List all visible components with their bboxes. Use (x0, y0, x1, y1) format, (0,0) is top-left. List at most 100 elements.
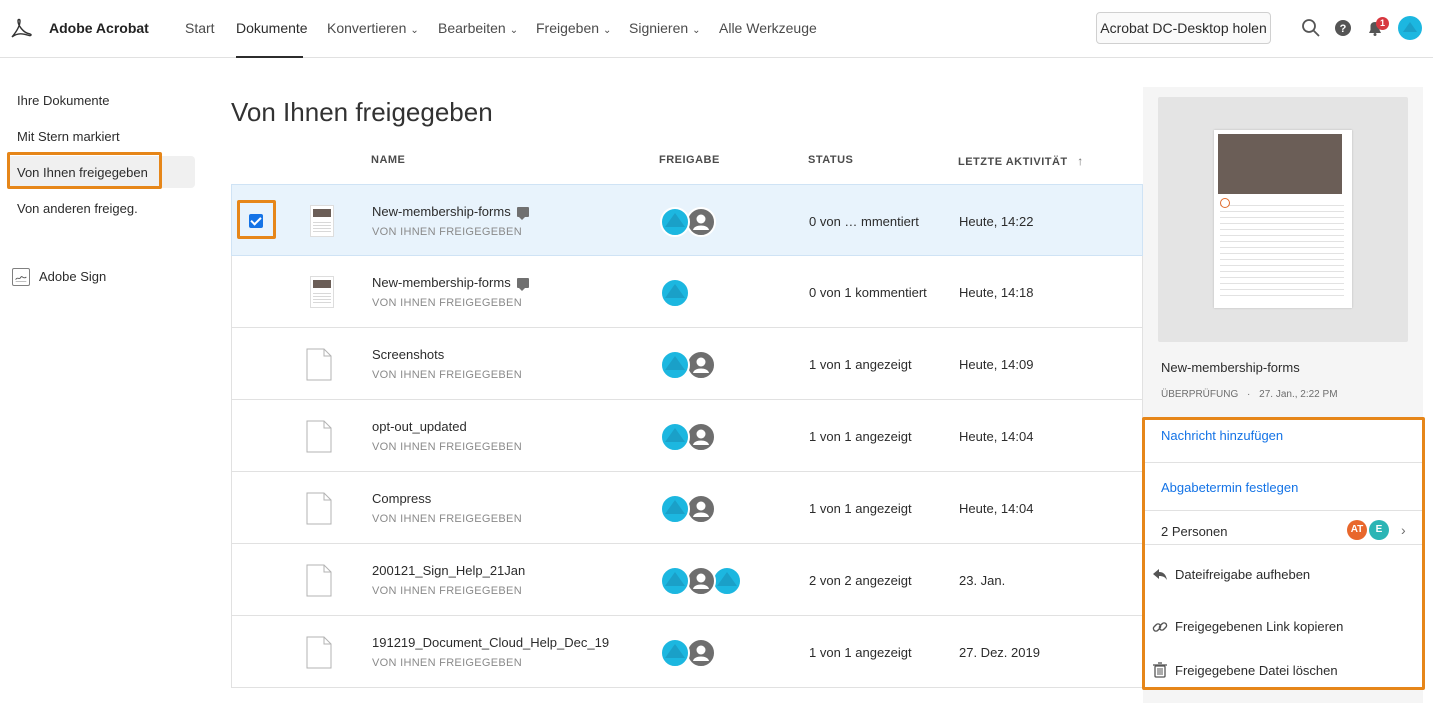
user-avatar (660, 350, 690, 380)
file-status: 0 von 1 kommentiert (809, 285, 927, 300)
nav-konvertieren-label: Konvertieren (327, 20, 407, 36)
nav-start[interactable]: Start (185, 20, 215, 36)
avatar-graphic-icon (1403, 22, 1417, 32)
details-meta-separator: · (1247, 389, 1251, 400)
avatar-graphic-icon (665, 572, 685, 586)
person-avatar-icon (686, 638, 716, 668)
person-silhouette-icon (693, 357, 709, 373)
column-header-activity[interactable]: LETZTE AKTIVITÄT ↑ (958, 154, 1084, 168)
person-silhouette-icon (693, 214, 709, 230)
sidebar-item-mit-stern[interactable]: Mit Stern markiert (17, 129, 120, 144)
file-icon (306, 492, 332, 525)
user-avatar (660, 638, 690, 668)
file-share-status: VON IHNEN FREIGEGEBEN (372, 657, 522, 669)
chevron-down-icon: ⌄ (410, 25, 419, 36)
file-name[interactable]: 191219_Document_Cloud_Help_Dec_19 (372, 635, 609, 650)
table-row[interactable]: opt-out_updated VON IHNEN FREIGEGEBEN 1 vo… (231, 400, 1143, 472)
column-header-name[interactable]: NAME (371, 154, 405, 166)
nav-freigeben[interactable]: Freigeben ⌄ (536, 20, 611, 36)
chevron-down-icon: ⌄ (692, 25, 701, 36)
file-name[interactable]: 200121_Sign_Help_21Jan (372, 563, 525, 578)
sort-ascending-icon: ↑ (1077, 154, 1084, 168)
nav-start-label: Start (185, 20, 215, 36)
table-row[interactable]: Compress VON IHNEN FREIGEGEBEN 1 von 1 ang… (231, 472, 1143, 544)
file-name[interactable]: New-membership-forms (372, 204, 529, 220)
nav-alle-werkzeuge[interactable]: Alle Werkzeuge (719, 20, 817, 36)
highlight-frame-checkbox (237, 200, 276, 239)
top-navigation-bar: Adobe Acrobat Start Dokumente Konvertier… (0, 0, 1433, 58)
file-status: 0 von … mmentiert (809, 214, 919, 229)
file-icon (306, 636, 332, 669)
table-row[interactable]: Screenshots VON IHNEN FREIGEGEBEN 1 von 1 … (231, 328, 1143, 400)
table-row[interactable]: 191219_Document_Cloud_Help_Dec_19 VON IHN… (231, 616, 1143, 688)
highlight-frame-actions (1142, 417, 1425, 690)
document-thumbnail (310, 276, 334, 308)
column-header-status[interactable]: STATUS (808, 154, 853, 166)
last-activity: Heute, 14:22 (959, 214, 1034, 229)
file-name[interactable]: Screenshots (372, 347, 444, 362)
column-header-sharing[interactable]: FREIGABE (659, 154, 720, 166)
acrobat-logo-icon[interactable] (9, 17, 33, 41)
comment-icon (516, 278, 529, 291)
file-name-text: 200121_Sign_Help_21Jan (372, 563, 526, 578)
avatar-graphic-icon (665, 284, 685, 298)
file-share-status: VON IHNEN FREIGEGEBEN (372, 585, 522, 597)
thumbnail-lines (313, 220, 331, 234)
user-avatar (660, 207, 690, 237)
preview-form-lines (1220, 200, 1344, 300)
file-name-text: Screenshots (372, 347, 445, 362)
avatar-graphic-icon (665, 500, 685, 514)
file-icon (306, 564, 332, 597)
thumbnail-lines (313, 291, 331, 305)
svg-text:?: ? (1340, 23, 1347, 35)
person-silhouette-icon (693, 501, 709, 517)
search-icon[interactable] (1300, 17, 1322, 39)
file-icon (306, 348, 332, 381)
avatar-graphic-icon (717, 572, 737, 586)
nav-konvertieren[interactable]: Konvertieren ⌄ (327, 20, 419, 36)
person-avatar-icon (686, 494, 716, 524)
page-title: Von Ihnen freigegeben (231, 97, 493, 127)
details-meta: ÜBERPRÜFUNG · 27. Jan., 2:22 PM (1161, 389, 1338, 400)
last-activity: Heute, 14:18 (959, 285, 1034, 300)
notification-badge: 1 (1376, 17, 1389, 30)
column-header-activity-label: LETZTE AKTIVITÄT (958, 156, 1068, 168)
person-avatar-icon (686, 207, 716, 237)
user-avatar (660, 566, 690, 596)
user-avatar[interactable] (1398, 16, 1422, 40)
nav-signieren-label: Signieren (629, 20, 689, 36)
sidebar-item-ihre-dokumente[interactable]: Ihre Dokumente (17, 93, 110, 108)
table-row[interactable]: New-membership-forms VON IHNEN FREIGEGEBE… (231, 256, 1143, 328)
user-avatar (660, 278, 690, 308)
table-row[interactable]: 200121_Sign_Help_21Jan VON IHNEN FREIGEGE… (231, 544, 1143, 616)
app-name[interactable]: Adobe Acrobat (49, 20, 149, 36)
avatar-graphic-icon (665, 356, 685, 370)
file-icon (306, 420, 332, 453)
last-activity: 27. Dez. 2019 (959, 645, 1040, 660)
highlight-frame-sidebar (7, 152, 162, 189)
nav-signieren[interactable]: Signieren ⌄ (629, 20, 701, 36)
table-row[interactable]: New-membership-forms VON IHNEN FREIGEGEBE… (231, 184, 1143, 256)
file-name-text: New-membership-forms (372, 204, 511, 219)
chevron-down-icon: ⌄ (603, 25, 612, 36)
file-name[interactable]: opt-out_updated (372, 419, 467, 434)
nav-bearbeiten[interactable]: Bearbeiten ⌄ (438, 20, 518, 36)
file-share-status: VON IHNEN FREIGEGEBEN (372, 513, 522, 525)
last-activity: 23. Jan. (959, 573, 1006, 588)
file-name[interactable]: New-membership-forms (372, 275, 529, 291)
file-name[interactable]: Compress (372, 491, 431, 506)
sidebar-item-von-anderen[interactable]: Von anderen freigeg. (17, 201, 138, 216)
get-desktop-button[interactable]: Acrobat DC-Desktop holen (1096, 12, 1271, 44)
sidebar-item-adobe-sign[interactable]: Adobe Sign (39, 269, 106, 284)
person-avatar-icon (686, 422, 716, 452)
nav-dokumente[interactable]: Dokumente (236, 20, 308, 36)
details-meta-type: ÜBERPRÜFUNG (1161, 389, 1239, 400)
nav-freigeben-label: Freigeben (536, 20, 600, 36)
file-name-text: opt-out_updated (372, 419, 467, 434)
file-status: 2 von 2 angezeigt (809, 573, 912, 588)
nav-alle-werkzeuge-label: Alle Werkzeuge (719, 20, 817, 36)
adobe-sign-icon[interactable] (12, 268, 30, 286)
thumbnail-band (313, 280, 331, 288)
help-icon[interactable]: ? (1332, 17, 1354, 39)
person-silhouette-icon (693, 573, 709, 589)
